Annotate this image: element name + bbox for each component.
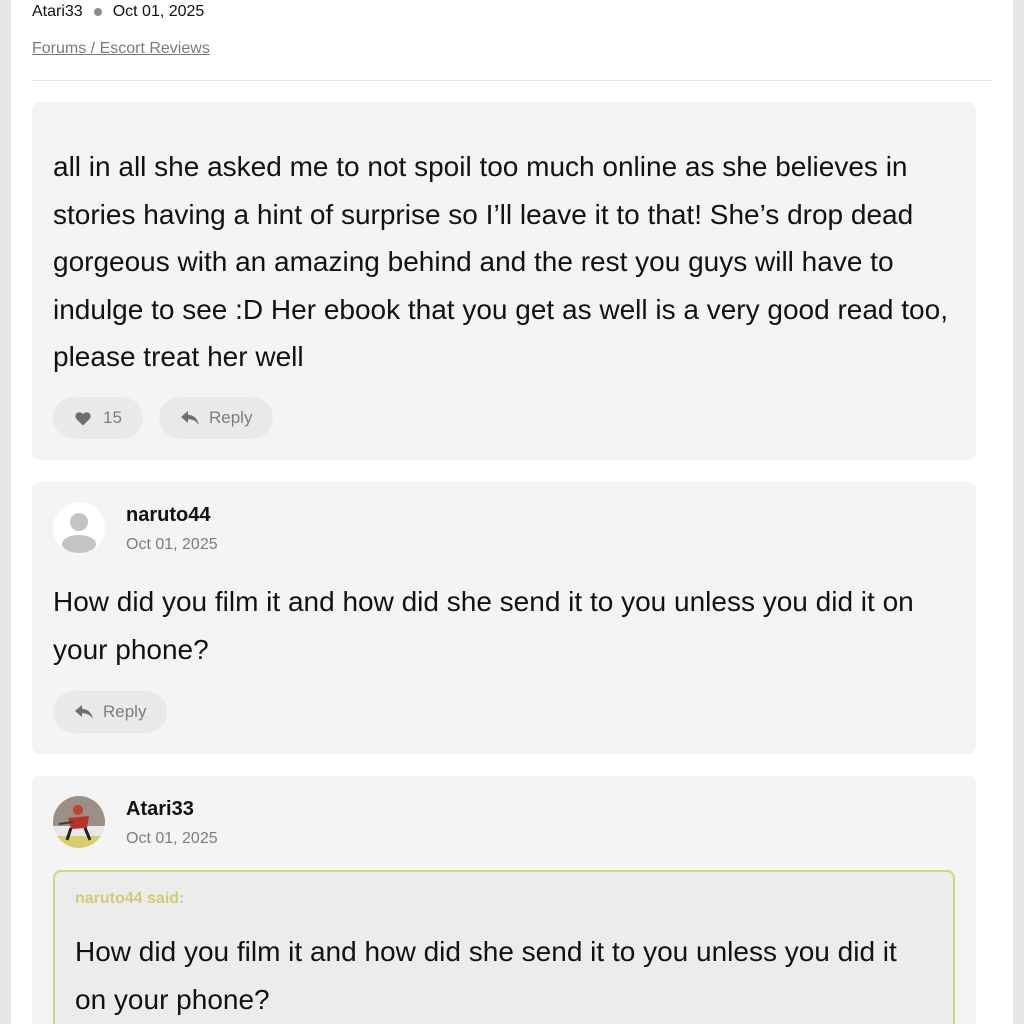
reply-arrow-icon [74, 704, 94, 720]
post-author[interactable]: naruto44 [126, 504, 210, 527]
forum-thread-page: Atari33 Oct 01, 2025 Forums / Escort Rev… [11, 0, 1013, 1024]
reply-label: Reply [209, 408, 253, 427]
breadcrumb[interactable]: Forums / Escort Reviews [32, 40, 210, 58]
post-body: all in all she asked me to not spoil too… [53, 151, 948, 372]
quote-author[interactable]: naruto44 said: [75, 890, 184, 908]
post-date: Oct 01, 2025 [126, 830, 218, 847]
like-button[interactable]: 15 [53, 397, 143, 439]
post-date: Oct 01, 2025 [126, 536, 218, 553]
post-card: all in all she asked me to not spoil too… [32, 102, 976, 460]
thread-meta: Atari33 Oct 01, 2025 [32, 3, 204, 21]
thread-date: Oct 01, 2025 [112, 3, 205, 20]
quote-block: naruto44 said: How did you film it and h… [53, 870, 955, 1024]
quote-body: How did you film it and how did she send… [75, 936, 897, 1015]
reply-label: Reply [103, 702, 147, 721]
heart-icon [75, 411, 91, 426]
separator-dot [93, 8, 102, 16]
avatar[interactable] [53, 502, 105, 554]
like-count: 15 [103, 408, 122, 427]
reply-button[interactable]: Reply [53, 691, 167, 733]
reply-arrow-icon [180, 410, 200, 426]
thread-author[interactable]: Atari33 [32, 3, 83, 21]
post-card: Atari33 Oct 01, 2025 naruto44 said: How … [32, 776, 976, 1024]
divider [32, 80, 992, 81]
user-silhouette-icon [62, 513, 96, 553]
post-body: How did you film it and how did she send… [53, 586, 914, 665]
reply-button[interactable]: Reply [159, 397, 273, 439]
avatar[interactable] [53, 796, 105, 848]
avatar-photo-icon [53, 796, 105, 848]
post-card: naruto44 Oct 01, 2025 How did you film i… [32, 482, 976, 754]
post-author[interactable]: Atari33 [126, 798, 194, 821]
